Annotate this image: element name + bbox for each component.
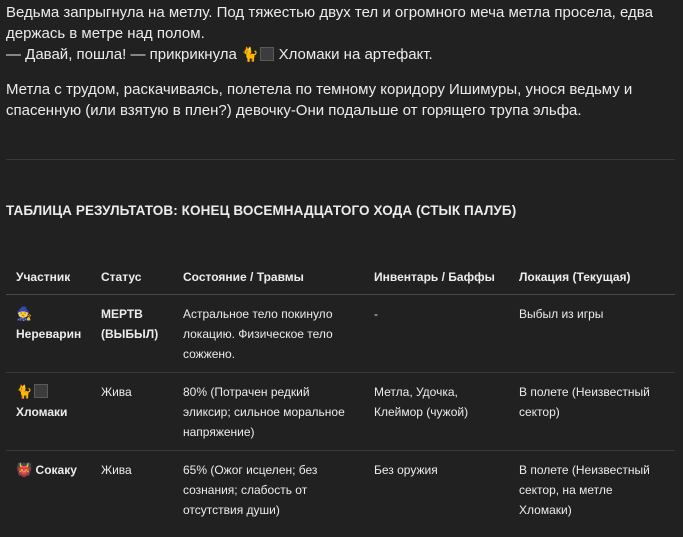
participant-name: Сокаку [35, 463, 77, 477]
oni-mask-icon: 👹 [16, 462, 33, 477]
location-cell: Выбыл из игры [509, 294, 675, 373]
cat-icon: 🐈 [16, 384, 33, 399]
table-header-row: Участник Статус Состояние / Травмы Инвен… [6, 258, 675, 295]
header-participant: Участник [6, 258, 91, 295]
story-paragraph-2: Метла с трудом, раскачиваясь, полетела п… [6, 81, 633, 119]
story-line-1: Ведьма запрыгнула на метлу. Под тяжестью… [6, 4, 653, 42]
results-heading: ТАБЛИЦА РЕЗУЛЬТАТОВ: КОНЕЦ ВОСЕМНАДЦАТОГ… [6, 203, 517, 218]
inventory-cell: - [364, 294, 509, 373]
inventory-cell: Без оружия [374, 463, 438, 477]
status-cell: МЕРТВ (ВЫБЫЛ) [91, 294, 173, 373]
header-status: Статус [91, 258, 173, 295]
participant-name: Хломаки [16, 405, 68, 419]
table-row: 🐈 Хломаки Жива 80% (Потрачен редкий элик… [6, 372, 675, 451]
black-square-icon [34, 384, 49, 398]
condition-cell: 65% (Ожог исцелен; без сознания; слабост… [183, 463, 318, 517]
table-row: 👹 Сокаку Жива 65% (Ожог исцелен; без соз… [6, 451, 675, 529]
header-inventory: Инвентарь / Баффы [364, 258, 509, 295]
location-cell: В полете (Неизвестный сектор) [509, 372, 675, 451]
wizard-icon: 🧙 [16, 306, 33, 321]
inventory-cell: Метла, Удочка, Клеймор (чужой) [364, 372, 509, 451]
condition-cell: Астральное тело покинуло локацию. Физиче… [173, 294, 364, 373]
horizontal-divider [6, 159, 675, 160]
participant-cell: 👹 Сокаку [6, 451, 91, 529]
story-line-2-suffix: Хломаки на артефакт. [274, 46, 433, 63]
condition-cell: 80% (Потрачен редкий эликсир; сильное мо… [173, 372, 364, 451]
participant-cell: 🐈 Хломаки [6, 372, 91, 451]
story-line-2-prefix: — Давай, пошла! — прикрикнула [6, 46, 242, 63]
status-cell: Жива [91, 372, 173, 451]
header-location: Локация (Текущая) [509, 258, 675, 295]
black-square-icon [260, 47, 275, 61]
participant-name: Нереварин [16, 327, 82, 341]
location-cell: В полете (Неизвестный сектор, на метле Х… [519, 463, 650, 517]
chat-message: Ведьма запрыгнула на метлу. Под тяжестью… [0, 0, 683, 537]
cat-emoji-icon: 🐈 [241, 46, 259, 62]
story-paragraph-1: Ведьма запрыгнула на метлу. Под тяжестью… [6, 3, 675, 66]
status-cell: Жива [101, 463, 132, 477]
participant-cell: 🧙 Нереварин [6, 294, 91, 373]
header-condition: Состояние / Травмы [173, 258, 364, 295]
results-table: Участник Статус Состояние / Травмы Инвен… [6, 258, 675, 528]
table-row: 🧙 Нереварин МЕРТВ (ВЫБЫЛ) Астральное тел… [6, 294, 675, 373]
